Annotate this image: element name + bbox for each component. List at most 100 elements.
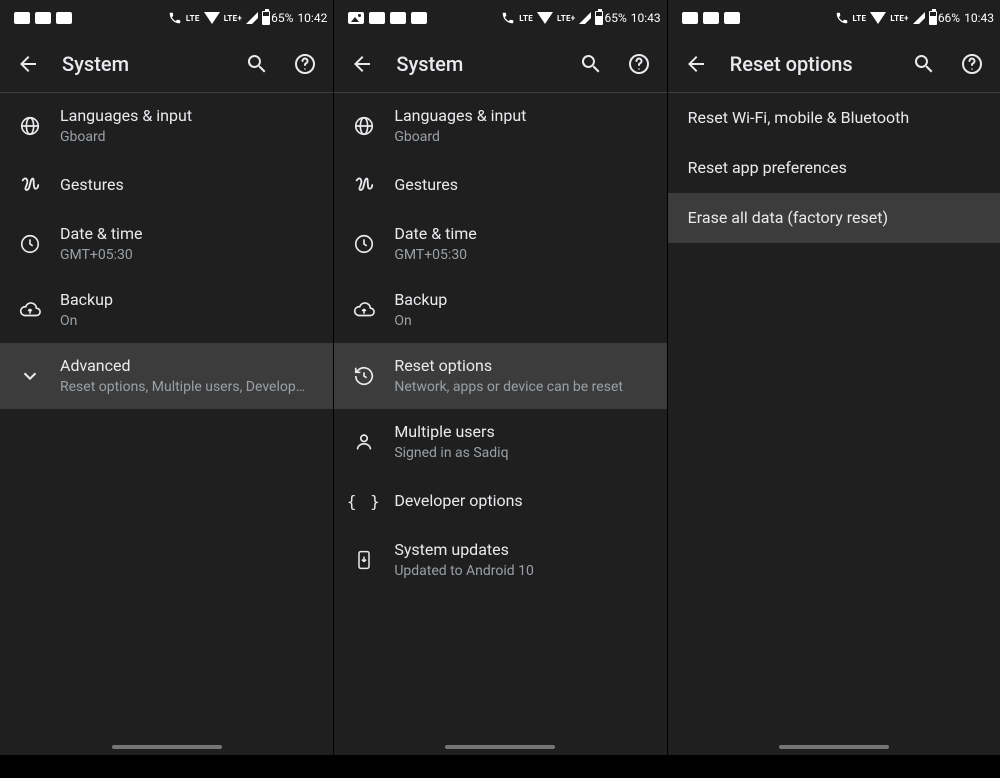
lte-label: LTE (186, 14, 200, 23)
clock-icon (353, 233, 375, 255)
signal-icon (579, 12, 591, 24)
settings-item-system-updates[interactable]: System updatesUpdated to Android 10 (334, 527, 666, 593)
item-subtitle: Gboard (60, 128, 309, 147)
page-title: System (390, 52, 562, 76)
battery-indicator: 66% (929, 11, 960, 25)
back-button[interactable] (676, 44, 716, 84)
settings-item-languages[interactable]: Languages & inputGboard (334, 93, 666, 159)
settings-item-datetime[interactable]: Date & time GMT+05:30 (0, 211, 333, 277)
wifi-icon (204, 12, 220, 24)
help-icon (627, 52, 651, 76)
search-icon (912, 52, 936, 76)
app-bar: Reset options (668, 36, 1000, 92)
item-subtitle: On (394, 312, 642, 331)
app-badge-icon (369, 12, 385, 24)
item-title: Reset app preferences (688, 157, 976, 179)
item-title: Backup (60, 289, 309, 311)
item-title: Gestures (60, 174, 309, 196)
item-title: Developer options (394, 490, 642, 512)
settings-item-developer-options[interactable]: { } Developer options (334, 475, 666, 527)
settings-item-datetime[interactable]: Date & timeGMT+05:30 (334, 211, 666, 277)
cloud-upload-icon (352, 299, 376, 321)
gesture-nav-bar[interactable] (0, 739, 333, 755)
status-icons-right: LTE LTE+ 65% 10:42 (168, 11, 327, 25)
battery-percent: 65% (271, 11, 293, 25)
lte-plus-label: LTE+ (890, 14, 908, 23)
app-badge-icon (14, 12, 30, 24)
app-badge-icon (703, 12, 719, 24)
help-button[interactable] (619, 44, 659, 84)
settings-item-languages[interactable]: Languages & input Gboard (0, 93, 333, 159)
search-button[interactable] (571, 44, 611, 84)
help-button[interactable] (285, 44, 325, 84)
battery-percent: 66% (938, 11, 960, 25)
item-title: Languages & input (394, 105, 642, 127)
nav-pill-icon (112, 745, 222, 749)
gesture-nav-bar[interactable] (334, 739, 666, 755)
status-icons-left (682, 12, 740, 24)
back-button[interactable] (8, 44, 48, 84)
item-title: Date & time (394, 223, 642, 245)
status-icons-left (14, 12, 72, 24)
battery-indicator: 65% (595, 11, 626, 25)
search-button[interactable] (237, 44, 277, 84)
globe-icon (353, 115, 375, 137)
braces-icon: { } (347, 492, 382, 511)
settings-item-gestures[interactable]: Gestures (334, 159, 666, 211)
app-badge-icon (411, 12, 427, 24)
person-icon (353, 431, 375, 453)
reset-item-factory-reset[interactable]: Erase all data (factory reset) (668, 193, 1000, 243)
item-subtitle: Gboard (394, 128, 642, 147)
search-button[interactable] (904, 44, 944, 84)
lte-plus-label: LTE+ (557, 14, 575, 23)
settings-list: Languages & inputGboard Gestures Date & … (334, 93, 666, 755)
gesture-icon (353, 174, 375, 196)
screen-3: LTE LTE+ 66% 10:43 Reset options Reset W… (667, 0, 1000, 755)
item-title: Advanced (60, 355, 309, 377)
item-title: System updates (394, 539, 642, 561)
settings-item-backup[interactable]: BackupOn (334, 277, 666, 343)
settings-item-multiple-users[interactable]: Multiple usersSigned in as Sadiq (334, 409, 666, 475)
search-icon (579, 52, 603, 76)
settings-item-advanced[interactable]: Advanced Reset options, Multiple users, … (0, 343, 333, 409)
gesture-nav-bar[interactable] (668, 739, 1000, 755)
item-subtitle: Updated to Android 10 (394, 562, 642, 581)
battery-icon (262, 11, 270, 25)
status-clock: 10:42 (297, 11, 327, 25)
page-title: Reset options (724, 52, 896, 76)
app-badge-icon (390, 12, 406, 24)
back-arrow-icon (684, 52, 708, 76)
status-bar: LTE LTE+ 65% 10:42 (0, 0, 333, 36)
search-icon (245, 52, 269, 76)
volte-call-icon (168, 11, 182, 25)
battery-icon (929, 11, 937, 25)
settings-item-backup[interactable]: Backup On (0, 277, 333, 343)
reset-item-app-prefs[interactable]: Reset app preferences (668, 143, 1000, 193)
item-subtitle: Reset options, Multiple users, Developer… (60, 378, 309, 397)
back-arrow-icon (16, 52, 40, 76)
reset-item-network[interactable]: Reset Wi-Fi, mobile & Bluetooth (668, 93, 1000, 143)
lte-label: LTE (853, 14, 867, 23)
gesture-icon (19, 174, 41, 196)
back-button[interactable] (342, 44, 382, 84)
status-icons-right: LTE LTE+ 66% 10:43 (835, 11, 994, 25)
settings-item-reset-options[interactable]: Reset optionsNetwork, apps or device can… (334, 343, 666, 409)
item-title: Backup (394, 289, 642, 311)
item-subtitle: GMT+05:30 (394, 246, 642, 265)
item-title: Reset Wi-Fi, mobile & Bluetooth (688, 107, 976, 129)
restore-icon (353, 365, 375, 387)
battery-icon (595, 11, 603, 25)
signal-icon (913, 12, 925, 24)
help-button[interactable] (952, 44, 992, 84)
help-icon (293, 52, 317, 76)
item-title: Multiple users (394, 421, 642, 443)
item-title: Gestures (394, 174, 642, 196)
item-subtitle: Network, apps or device can be reset (394, 378, 642, 397)
reset-options-list: Reset Wi-Fi, mobile & Bluetooth Reset ap… (668, 93, 1000, 755)
wifi-icon (870, 12, 886, 24)
app-bar: System (0, 36, 333, 92)
app-badge-icon (35, 12, 51, 24)
settings-item-gestures[interactable]: Gestures (0, 159, 333, 211)
status-bar: LTE LTE+ 66% 10:43 (668, 0, 1000, 36)
item-title: Languages & input (60, 105, 309, 127)
